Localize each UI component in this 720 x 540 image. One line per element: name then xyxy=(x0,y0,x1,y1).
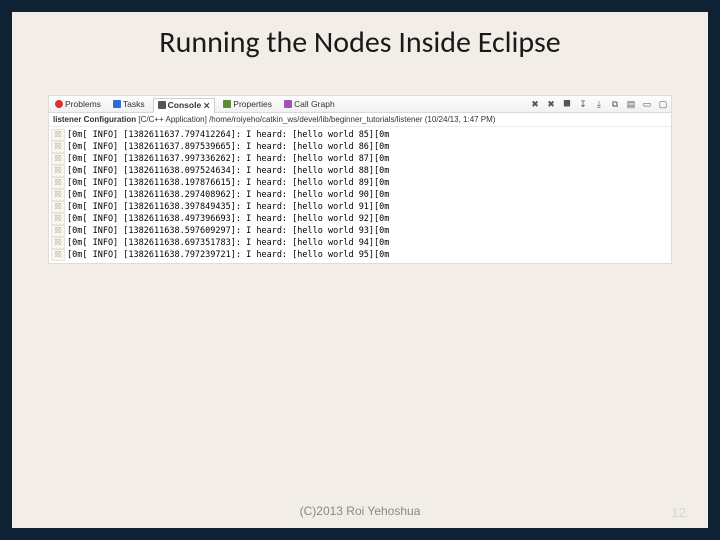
gutter-marker-icon: ☒ xyxy=(51,237,65,249)
toolbar-remove-all-icon[interactable]: ⯀ xyxy=(561,98,573,110)
console-line: ☒[0m[ INFO] [1382611638.797239721]: I he… xyxy=(51,249,669,261)
page-number: 12 xyxy=(672,505,686,520)
console-line: ☒[0m[ INFO] [1382611638.197876615]: I he… xyxy=(51,177,669,189)
console-text: [0m[ INFO] [1382611638.497396693]: I hea… xyxy=(67,213,389,225)
console-text: [0m[ INFO] [1382611638.297408962]: I hea… xyxy=(67,189,389,201)
launch-time: (10/24/13, 1:47 PM) xyxy=(425,115,496,124)
toolbar-display-icon[interactable]: ⧉ xyxy=(609,98,621,110)
tab-label: Problems xyxy=(65,99,101,109)
view-tab-bar: Problems Tasks Console ⨯ Properties Call… xyxy=(49,96,671,113)
gutter-marker-icon: ☒ xyxy=(51,153,65,165)
launch-kind: [C/C++ Application] xyxy=(138,115,206,124)
toolbar-scroll-lock-icon[interactable]: ↧ xyxy=(577,98,589,110)
toolbar-minimize-icon[interactable]: ▭ xyxy=(641,98,653,110)
toolbar-remove-launch-icon[interactable]: ✖ xyxy=(545,98,557,110)
console-line: ☒[0m[ INFO] [1382611638.497396693]: I he… xyxy=(51,213,669,225)
tab-label: Call Graph xyxy=(294,99,335,109)
console-text: [0m[ INFO] [1382611638.397849435]: I hea… xyxy=(67,201,389,213)
gutter-marker-icon: ☒ xyxy=(51,177,65,189)
console-line: ☒[0m[ INFO] [1382611637.997336262]: I he… xyxy=(51,153,669,165)
gutter-marker-icon: ☒ xyxy=(51,213,65,225)
console-output: ☒[0m[ INFO] [1382611637.797412264]: I he… xyxy=(49,127,671,263)
console-line: ☒[0m[ INFO] [1382611638.697351783]: I he… xyxy=(51,237,669,249)
console-text: [0m[ INFO] [1382611637.897539665]: I hea… xyxy=(67,141,389,153)
console-icon xyxy=(158,101,166,109)
properties-icon xyxy=(223,100,231,108)
tab-label: Console xyxy=(168,100,202,110)
launch-path: /home/roiyeho/catkin_ws/devel/lib/beginn… xyxy=(209,115,422,124)
toolbar-maximize-icon[interactable]: ▢ xyxy=(657,98,669,110)
gutter-marker-icon: ☒ xyxy=(51,249,65,261)
error-icon xyxy=(55,100,63,108)
console-line: ☒[0m[ INFO] [1382611637.897539665]: I he… xyxy=(51,141,669,153)
toolbar-terminate-icon[interactable]: ✖ xyxy=(529,98,541,110)
console-line: ☒[0m[ INFO] [1382611637.797412264]: I he… xyxy=(51,129,669,141)
launch-description: listener Configuration [C/C++ Applicatio… xyxy=(49,113,671,127)
console-line: ☒[0m[ INFO] [1382611638.397849435]: I he… xyxy=(51,201,669,213)
console-text: [0m[ INFO] [1382611637.997336262]: I hea… xyxy=(67,153,389,165)
gutter-marker-icon: ☒ xyxy=(51,129,65,141)
gutter-marker-icon: ☒ xyxy=(51,141,65,153)
page-title: Running the Nodes Inside Eclipse xyxy=(12,24,708,61)
console-text: [0m[ INFO] [1382611638.197876615]: I hea… xyxy=(67,177,389,189)
gutter-marker-icon: ☒ xyxy=(51,201,65,213)
gutter-marker-icon: ☒ xyxy=(51,225,65,237)
console-text: [0m[ INFO] [1382611638.097524634]: I hea… xyxy=(67,165,389,177)
launch-config-name: listener Configuration xyxy=(53,115,136,124)
tab-label: Tasks xyxy=(123,99,145,109)
console-line: ☒[0m[ INFO] [1382611638.097524634]: I he… xyxy=(51,165,669,177)
tab-problems[interactable]: Problems xyxy=(51,98,105,110)
toolbar-pin-icon[interactable]: ⤓ xyxy=(593,98,605,110)
console-text: [0m[ INFO] [1382611638.697351783]: I hea… xyxy=(67,237,389,249)
tab-tasks[interactable]: Tasks xyxy=(109,98,149,110)
slide-footer: (C)2013 Roi Yehoshua xyxy=(12,504,708,518)
gutter-marker-icon: ☒ xyxy=(51,189,65,201)
tab-label: Properties xyxy=(233,99,272,109)
eclipse-panel: Problems Tasks Console ⨯ Properties Call… xyxy=(48,95,672,264)
tab-properties[interactable]: Properties xyxy=(219,98,276,110)
console-text: [0m[ INFO] [1382611638.797239721]: I hea… xyxy=(67,249,389,261)
tab-index: ⨯ xyxy=(203,100,210,111)
toolbar-open-console-icon[interactable]: ▤ xyxy=(625,98,637,110)
console-line: ☒[0m[ INFO] [1382611638.297408962]: I he… xyxy=(51,189,669,201)
gutter-marker-icon: ☒ xyxy=(51,165,65,177)
callgraph-icon xyxy=(284,100,292,108)
console-line: ☒[0m[ INFO] [1382611638.597609297]: I he… xyxy=(51,225,669,237)
tab-console[interactable]: Console ⨯ xyxy=(153,98,216,113)
task-icon xyxy=(113,100,121,108)
console-text: [0m[ INFO] [1382611637.797412264]: I hea… xyxy=(67,129,389,141)
tab-callgraph[interactable]: Call Graph xyxy=(280,98,339,110)
console-text: [0m[ INFO] [1382611638.597609297]: I hea… xyxy=(67,225,389,237)
